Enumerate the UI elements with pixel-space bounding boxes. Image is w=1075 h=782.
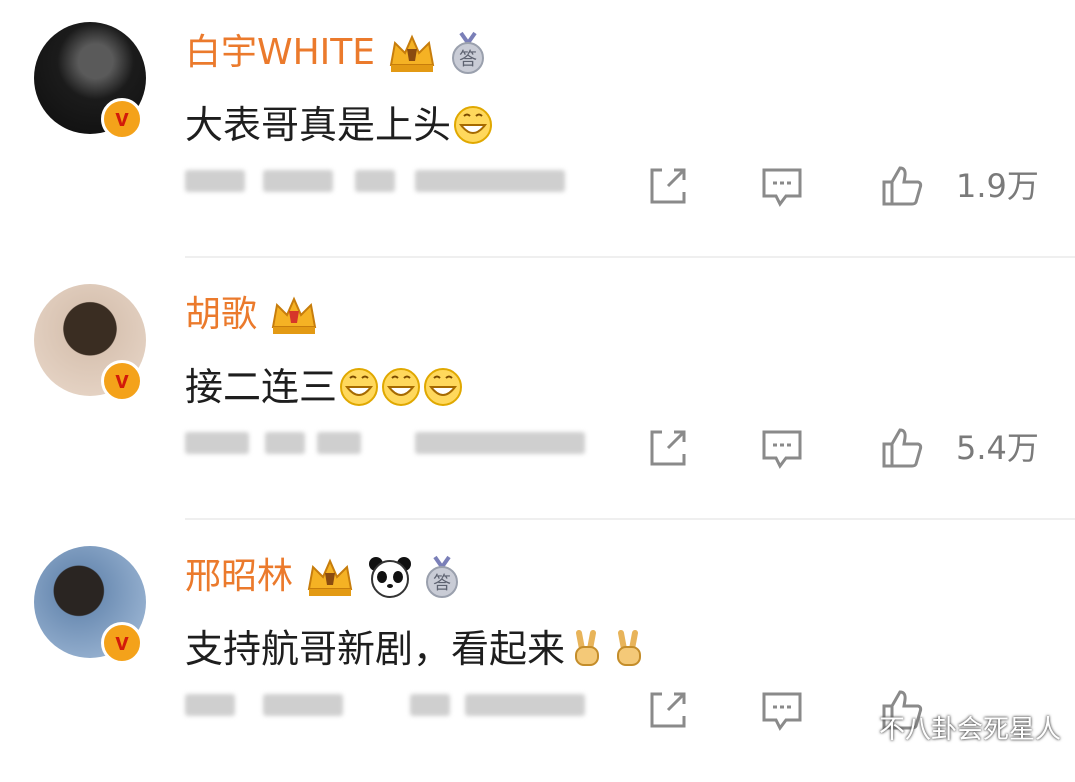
- verified-badge-icon: v: [101, 98, 143, 140]
- share-icon[interactable]: [646, 164, 690, 208]
- comment-text: 大表哥真是上头: [185, 103, 452, 147]
- crown-badge-icon[interactable]: [303, 555, 357, 599]
- verified-badge-icon: v: [101, 360, 143, 402]
- medal-answer-icon[interactable]: 答: [423, 555, 461, 599]
- svg-text:答: 答: [459, 49, 477, 70]
- comment-icon[interactable]: [760, 426, 804, 470]
- username[interactable]: 邢昭林: [185, 552, 293, 602]
- username[interactable]: 胡歌: [185, 290, 257, 340]
- comment-meta-blurred: [185, 422, 605, 466]
- watermark: 不八卦会死星人: [878, 715, 1061, 745]
- like-count: 5.4万: [956, 429, 1039, 467]
- medal-answer-icon[interactable]: 答: [449, 31, 487, 75]
- victory-hand-emoji: [617, 630, 642, 666]
- username[interactable]: 白宇WHITE: [185, 28, 375, 78]
- grin-emoji: [382, 368, 421, 406]
- divider: [185, 518, 1075, 520]
- grin-emoji: [454, 106, 493, 144]
- like-icon[interactable]: [880, 426, 924, 470]
- like-count: 1.9万: [956, 167, 1039, 205]
- comment-meta-blurred: [185, 160, 605, 204]
- like-icon[interactable]: [880, 164, 924, 208]
- svg-text:答: 答: [433, 573, 451, 594]
- verified-badge-icon: v: [101, 622, 143, 664]
- comment-icon[interactable]: [760, 164, 804, 208]
- comment-icon[interactable]: [760, 688, 804, 732]
- comment-text: 支持航哥新剧，看起来: [185, 627, 566, 671]
- share-icon[interactable]: [646, 688, 690, 732]
- crown-badge-icon[interactable]: [385, 31, 439, 75]
- share-icon[interactable]: [646, 426, 690, 470]
- comment-meta-blurred: [185, 684, 605, 728]
- victory-hand-emoji: [575, 630, 600, 666]
- grin-emoji: [340, 368, 379, 406]
- comment-item: v 胡歌 接二连三 5.4万: [0, 262, 1075, 520]
- panda-icon[interactable]: [367, 554, 413, 600]
- crown-badge-icon[interactable]: [267, 293, 321, 337]
- divider: [185, 256, 1075, 258]
- grin-emoji: [424, 368, 463, 406]
- comment-item: v 白宇WHITE 答 大表哥真是上头 1.9万: [0, 0, 1075, 258]
- comment-text: 接二连三: [185, 365, 338, 409]
